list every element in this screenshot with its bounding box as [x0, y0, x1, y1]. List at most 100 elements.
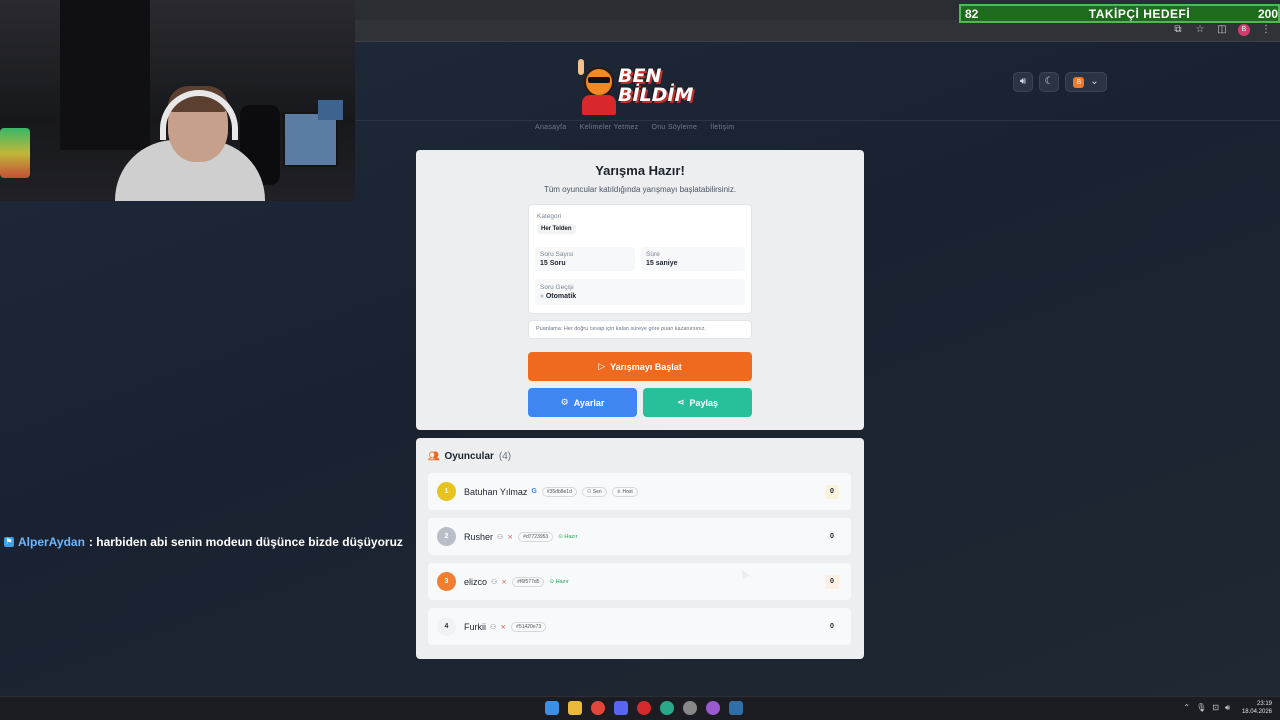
file-explorer-icon[interactable] [568, 701, 582, 715]
site-logo[interactable]: BEN BİLDİM [578, 55, 700, 117]
user-icon: ⚇ [490, 623, 497, 631]
lobby-subtitle: Tüm oyuncular katıldığında yarışmayı baş… [543, 185, 737, 194]
player-name: Furkii [464, 621, 486, 632]
kick-player-icon[interactable]: ⨯ [501, 578, 507, 586]
ready-status: ⊙ Hazır [549, 578, 569, 585]
chat-badge-icon: ⚑ [4, 537, 14, 547]
question-count-label: Soru Sayısı [540, 251, 574, 258]
nav-home[interactable]: Anasayfa [535, 124, 567, 131]
stream-chat-message: ⚑ AlperAydan : harbiden abi senin modeun… [4, 535, 403, 549]
opera-icon[interactable] [637, 701, 651, 715]
player-score: 0 [825, 485, 839, 499]
player-score: 0 [830, 623, 834, 630]
chrome-icon[interactable] [591, 701, 605, 715]
nav-onu-soyleme[interactable]: Onu Söyleme [651, 124, 697, 131]
profile-avatar[interactable]: B [1238, 24, 1250, 36]
player-rank: 3 [437, 572, 456, 591]
browser-toolbar: ⧉ ☆ ◫ B ⋮ [355, 20, 1280, 42]
google-icon: G [531, 488, 537, 495]
you-badge: ⚇ Sen [581, 486, 607, 497]
players-title: Oyuncular [444, 451, 494, 462]
moon-icon: ☾ [1044, 76, 1054, 87]
player-row: 4 Furkii ⚇ ⨯ #51420e73 0 [428, 608, 851, 645]
install-app-icon[interactable]: ⧉ [1172, 24, 1184, 36]
clock-date: 18.04.2026 [1241, 709, 1272, 715]
nav-kelimeler-yetmez[interactable]: Kelimeler Yetmez [580, 124, 639, 131]
goal-max: 200 [1258, 6, 1278, 21]
app-icon[interactable] [706, 701, 720, 715]
category-label: Kategori [537, 213, 562, 220]
lobby-card: Yarışma Hazır! Tüm oyuncular katıldığınd… [416, 150, 864, 430]
system-tray: ⌃ 🎙︎ ⊡ 🔊︎ [1183, 703, 1230, 713]
logo-text-line2: BİLDİM [618, 84, 694, 106]
kick-player-icon[interactable]: ⨯ [507, 533, 513, 541]
sound-toggle-button[interactable]: 🔊︎ [1013, 72, 1033, 92]
user-avatar: B [1073, 76, 1085, 88]
clock-time: 23:19 [1256, 701, 1272, 707]
start-menu-icon[interactable] [545, 701, 559, 715]
player-row: 1 Batuhan Yılmaz G #35db8e1d ⚇ Sen ♕ Hos… [428, 473, 851, 510]
question-count-value: 15 Soru [540, 260, 566, 267]
goal-title: TAKİPÇİ HEDEFİ [1088, 6, 1191, 21]
network-icon[interactable]: ⊡ [1212, 703, 1219, 713]
mascot-logo-icon [578, 57, 618, 115]
player-name: elizco [464, 576, 488, 587]
settings-label: Ayarlar [573, 397, 605, 408]
time-value: 15 saniye [646, 260, 678, 267]
play-icon: ▷ [598, 361, 606, 371]
theme-toggle-button[interactable]: ☾ [1039, 72, 1059, 92]
microphone-icon[interactable]: 🎙︎ [1196, 703, 1206, 713]
transition-label: Soru Geçişi [540, 284, 574, 291]
chat-text: : harbiden abi senin modeun düşünce bizd… [88, 535, 403, 549]
start-game-button[interactable]: ▷ Yarışmayı Başlat [528, 352, 752, 381]
share-button[interactable]: ⋖ Paylaş [643, 388, 752, 417]
category-chip: Her Telden [537, 224, 576, 234]
volume-icon[interactable]: 🔊︎ [1225, 703, 1230, 713]
chevron-up-icon[interactable]: ⌃ [1183, 703, 1190, 713]
start-game-label: Yarışmayı Başlat [610, 361, 682, 372]
player-id: #f6f577d5 [512, 576, 545, 587]
scoring-info: Puanlama: Her doğru cevap için kalan sür… [528, 320, 752, 339]
player-row: 3 elizco ⚇ ⨯ #f6f577d5 ⊙ Hazır 0 [428, 563, 851, 600]
webcam-feed [0, 0, 355, 201]
player-id: #35db8e1d [541, 486, 577, 497]
player-name: Rusher [464, 531, 494, 542]
discord-icon[interactable] [614, 701, 628, 715]
time-cell: Süre 15 saniye [641, 247, 745, 271]
transition-value: » Otomatik [540, 293, 577, 300]
player-name: Batuhan Yılmaz [464, 486, 528, 497]
browser-menu-icon[interactable]: ⋮ [1260, 24, 1272, 36]
share-label: Paylaş [689, 397, 719, 408]
header-controls: 🔊︎ ☾ B ⌄ [1013, 72, 1107, 92]
question-count-cell: Soru Sayısı 15 Soru [535, 247, 635, 271]
time-label: Süre [646, 251, 660, 258]
extensions-icon[interactable]: ◫ [1216, 24, 1228, 36]
settings-app-icon[interactable] [683, 701, 697, 715]
players-count: (4) [498, 451, 512, 462]
user-menu-button[interactable]: B ⌄ [1065, 72, 1107, 92]
player-rank: 4 [437, 617, 456, 636]
player-score: 0 [825, 575, 839, 589]
gear-icon: ⚙ [560, 397, 569, 407]
settings-button[interactable]: ⚙ Ayarlar [528, 388, 637, 417]
header-divider [355, 120, 1280, 121]
player-score: 0 [830, 533, 834, 540]
player-id: #d7723953 [518, 531, 554, 542]
players-card: 👥︎ Oyuncular (4) 1 Batuhan Yılmaz G #35d… [416, 438, 864, 659]
nav-contact[interactable]: İletişim [710, 124, 734, 131]
user-icon: ⚇ [497, 533, 504, 541]
ready-status: ⊙ Hazır [558, 533, 578, 540]
player-rank: 2 [437, 527, 456, 546]
edge-icon[interactable] [660, 701, 674, 715]
speaker-icon: 🔊︎ [1019, 76, 1027, 87]
chat-username: AlperAydan [18, 535, 85, 549]
steam-icon[interactable] [729, 701, 743, 715]
main-nav: Anasayfa Kelimeler Yetmez Onu Söyleme İl… [535, 124, 734, 131]
bookmark-star-icon[interactable]: ☆ [1194, 24, 1206, 36]
transition-cell: Soru Geçişi » Otomatik [535, 279, 745, 305]
system-clock[interactable]: 23:19 18.04.2026 [1242, 700, 1272, 716]
player-row: 2 Rusher ⚇ ⨯ #d7723953 ⊙ Hazır 0 [428, 518, 851, 555]
host-badge: ♕ Host [611, 486, 638, 497]
kick-player-icon[interactable]: ⨯ [500, 623, 506, 631]
game-settings-summary: Kategori Her Telden Soru Sayısı 15 Soru … [528, 204, 752, 314]
